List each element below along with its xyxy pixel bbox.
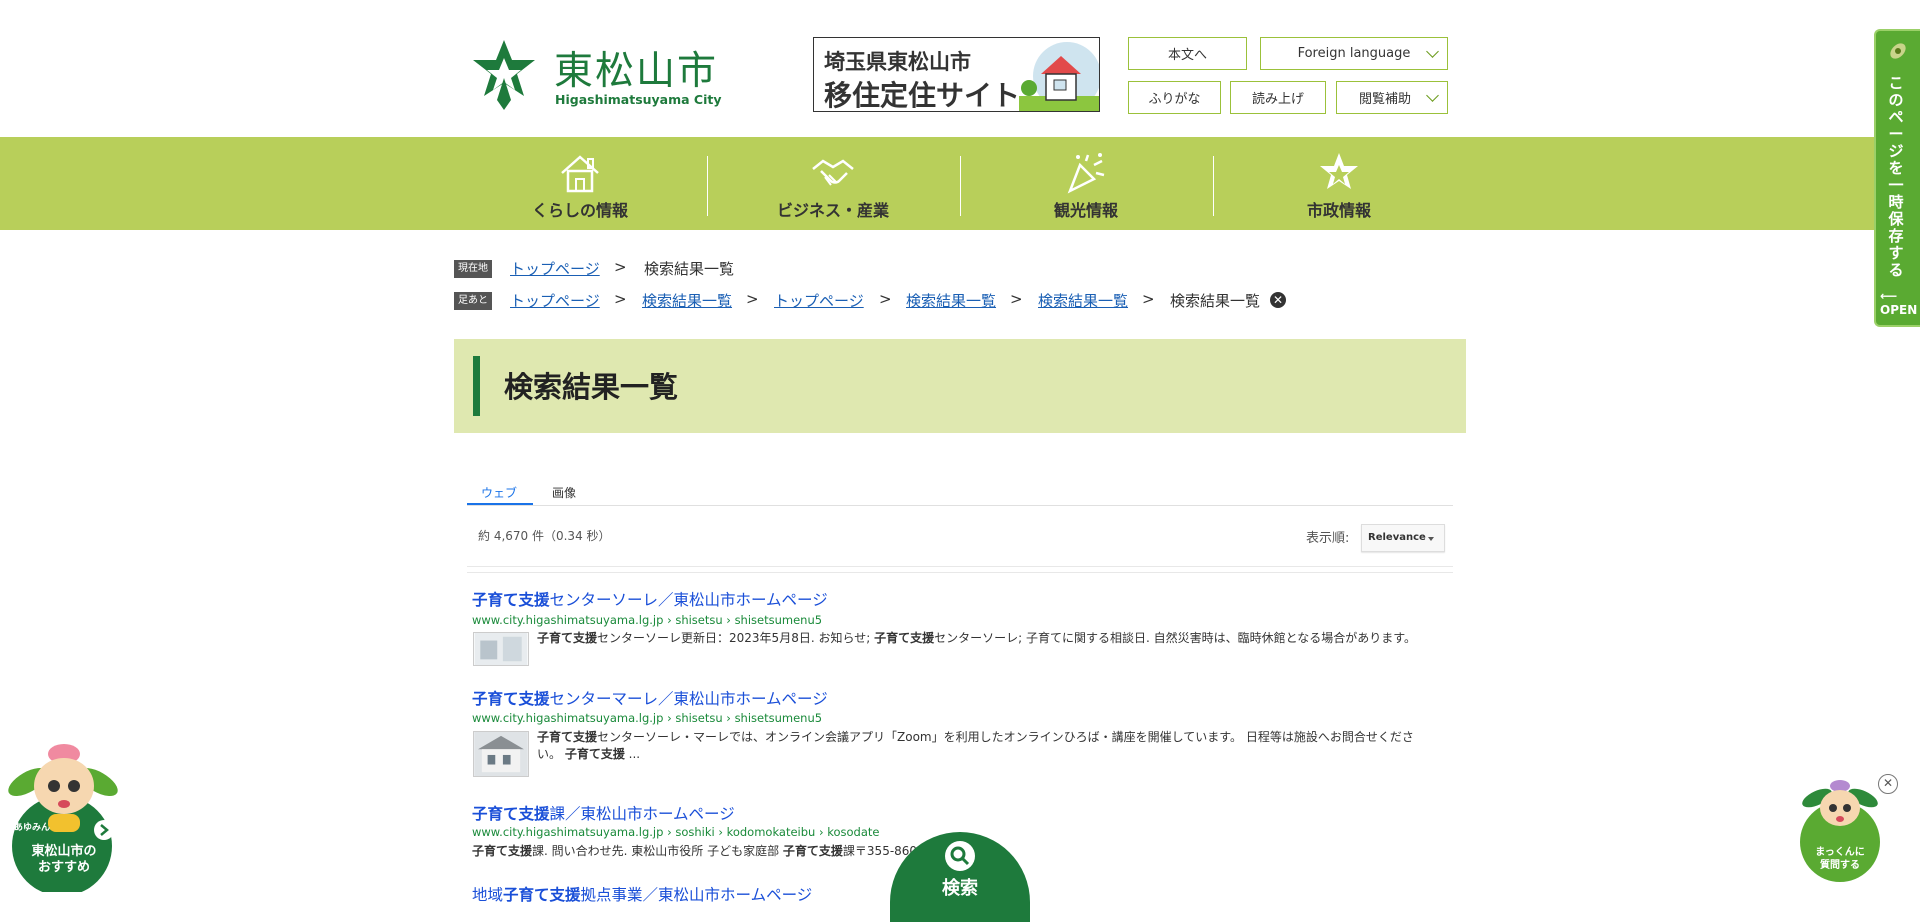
result-title-prefix: 地域 bbox=[472, 886, 504, 904]
nav-item-business[interactable]: ビジネス・産業 bbox=[708, 137, 958, 230]
active-tab-underline bbox=[467, 503, 533, 505]
nav-item-living[interactable]: くらしの情報 bbox=[455, 137, 705, 230]
mascot-label-line1: まっくんに bbox=[1815, 847, 1865, 858]
breadcrumb-sep: > bbox=[879, 290, 892, 308]
result-title-link[interactable]: 子育て支援センターソーレ／東松山市ホームページ bbox=[472, 588, 828, 610]
side-tab-text: このページを一時保存する bbox=[1888, 74, 1904, 279]
breadcrumb-sep: > bbox=[1142, 290, 1155, 308]
nav-item-tourism[interactable]: 観光情報 bbox=[961, 137, 1211, 230]
result-thumbnail[interactable] bbox=[473, 731, 529, 777]
read-aloud-button[interactable]: 読み上げ bbox=[1230, 81, 1326, 114]
title-accent-bar bbox=[473, 356, 480, 416]
tab-images[interactable]: 画像 bbox=[552, 484, 576, 501]
history-link[interactable]: 検索結果一覧 bbox=[1038, 290, 1128, 311]
result-title-highlight: 子育て支援 bbox=[472, 805, 550, 823]
breadcrumb-link[interactable]: トップページ bbox=[510, 258, 600, 279]
city-emblem-logo[interactable] bbox=[471, 38, 537, 112]
sort-value: Relevance bbox=[1368, 532, 1426, 543]
caret-down-icon bbox=[1428, 537, 1434, 541]
house-icon bbox=[561, 155, 599, 193]
mascot-label-line2: 質問する bbox=[1820, 860, 1860, 871]
mascot-ask-button[interactable]: まっくんに 質問する bbox=[1797, 778, 1887, 888]
history-link[interactable]: トップページ bbox=[510, 290, 600, 311]
result-title-highlight: 子育て支援 bbox=[472, 690, 550, 708]
city-emblem-icon bbox=[1320, 153, 1358, 189]
breadcrumb-sep: > bbox=[614, 290, 627, 308]
chevron-down-icon bbox=[1426, 89, 1439, 102]
result-url: www.city.higashimatsuyama.lg.jp › shiset… bbox=[472, 613, 823, 627]
nav-label: 観光情報 bbox=[1053, 201, 1118, 220]
browsing-assist-button[interactable]: 閲覧補助 bbox=[1336, 81, 1448, 114]
foreign-language-button[interactable]: Foreign language bbox=[1260, 37, 1448, 70]
relocation-site-banner[interactable]: 埼玉県東松山市 移住定住サイト bbox=[813, 37, 1100, 112]
result-url: www.city.higashimatsuyama.lg.jp › soshik… bbox=[472, 825, 880, 839]
nav-label: くらしの情報 bbox=[531, 201, 628, 220]
breadcrumb-history-tag: 足あと bbox=[454, 292, 492, 310]
nav-label: ビジネス・産業 bbox=[776, 201, 889, 220]
divider bbox=[467, 572, 1453, 573]
foreign-language-label: Foreign language bbox=[1297, 46, 1411, 61]
breadcrumb-sep: > bbox=[614, 258, 627, 276]
history-current: 検索結果一覧 bbox=[1170, 292, 1261, 310]
result-title-text: 課／東松山市ホームページ bbox=[549, 805, 735, 823]
result-title-highlight: 子育て支援 bbox=[503, 886, 581, 904]
tab-divider bbox=[467, 505, 1453, 506]
banner-line2: 移住定住サイト bbox=[824, 79, 1021, 112]
result-count: 約 4,670 件（0.34 秒） bbox=[478, 529, 611, 543]
sort-label: 表示順: bbox=[1306, 531, 1350, 546]
result-thumbnail[interactable] bbox=[473, 632, 529, 666]
result-title-link[interactable]: 子育て支援課／東松山市ホームページ bbox=[472, 802, 735, 824]
side-tab-open: ⟵ OPEN bbox=[1880, 289, 1918, 317]
nav-label: 市政情報 bbox=[1306, 201, 1371, 220]
tab-web[interactable]: ウェブ bbox=[481, 484, 517, 501]
result-title-text: 拠点事業／東松山市ホームページ bbox=[580, 886, 813, 904]
skip-to-main-button[interactable]: 本文へ bbox=[1128, 37, 1247, 70]
result-title-highlight: 子育て支援 bbox=[472, 591, 550, 609]
logo-english-name: Higashimatsuyama City bbox=[555, 92, 722, 107]
search-fab-label: 検索 bbox=[942, 878, 978, 899]
breadcrumb-current: 検索結果一覧 bbox=[644, 260, 735, 278]
page-title: 検索結果一覧 bbox=[504, 370, 679, 404]
result-snippet: 子育て支援センターソーレ更新日：2023年5月8日. お知らせ; 子育て支援セン… bbox=[537, 631, 1417, 645]
logo-japanese-name: 東松山市 bbox=[554, 49, 719, 94]
side-tab-open-label: OPEN bbox=[1880, 303, 1918, 317]
handshake-icon bbox=[812, 159, 854, 186]
breadcrumb-sep: > bbox=[746, 290, 759, 308]
result-title-text: センターソーレ／東松山市ホームページ bbox=[549, 591, 828, 609]
result-title-text: センターマーレ／東松山市ホームページ bbox=[549, 690, 828, 708]
history-link[interactable]: 検索結果一覧 bbox=[906, 290, 996, 311]
breadcrumb-sep: > bbox=[1010, 290, 1023, 308]
mascot-recommend-button[interactable]: あゆみん 東松山市の おすすめ bbox=[8, 742, 120, 896]
save-page-side-tab[interactable]: このページを一時保存する ⟵ OPEN bbox=[1874, 29, 1920, 327]
clear-history-close-icon[interactable]: ✕ bbox=[1270, 292, 1286, 308]
mascot-name: あゆみん bbox=[14, 823, 51, 833]
search-icon bbox=[945, 841, 975, 871]
history-link[interactable]: 検索結果一覧 bbox=[642, 290, 732, 311]
breadcrumb-current-tag: 現在地 bbox=[454, 260, 492, 278]
chevron-down-icon bbox=[1426, 45, 1439, 58]
result-url: www.city.higashimatsuyama.lg.jp › shiset… bbox=[472, 711, 823, 725]
pin-icon bbox=[1890, 43, 1906, 59]
close-icon[interactable]: ✕ bbox=[1878, 774, 1898, 794]
nav-item-city-admin[interactable]: 市政情報 bbox=[1214, 137, 1464, 230]
divider bbox=[467, 566, 1453, 567]
page-title-box: 検索結果一覧 bbox=[454, 339, 1466, 433]
browsing-assist-label: 閲覧補助 bbox=[1358, 92, 1411, 107]
banner-line1: 埼玉県東松山市 bbox=[824, 50, 971, 74]
mascot-label-line1: 東松山市の bbox=[31, 844, 97, 859]
history-link[interactable]: トップページ bbox=[774, 290, 864, 311]
furigana-button[interactable]: ふりがな bbox=[1128, 81, 1221, 114]
sort-select[interactable]: Relevance bbox=[1361, 524, 1445, 552]
mascot-label-line2: おすすめ bbox=[37, 860, 90, 875]
result-title-link[interactable]: 子育て支援センターマーレ／東松山市ホームページ bbox=[472, 687, 828, 709]
result-snippet: 子育て支援センターソーレ・マーレでは、オンライン会議アプリ「Zoom」を利用した… bbox=[537, 730, 1414, 761]
house-illustration-icon bbox=[1019, 42, 1099, 111]
party-popper-icon bbox=[1067, 153, 1105, 194]
